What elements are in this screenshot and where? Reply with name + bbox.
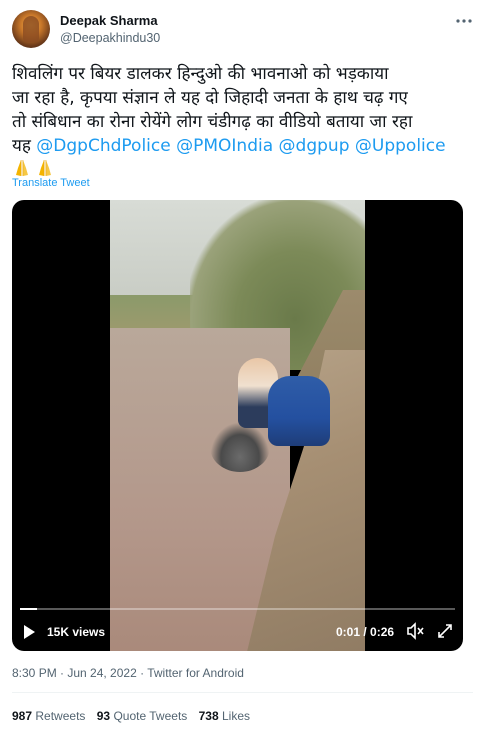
retweets-stat[interactable]: 987 Retweets: [12, 709, 85, 723]
tweet-timestamp[interactable]: 8:30 PM · Jun 24, 2022 · Twitter for And…: [12, 666, 244, 680]
retweets-label: Retweets: [35, 709, 86, 723]
tweet-text-fragment: यह: [12, 136, 37, 156]
tweet-text-line: तो संबिधान का रोना रोयेंगे लोग चंडीगढ़ क…: [12, 112, 413, 132]
video-player[interactable]: 15K views 0:01 / 0:26: [12, 200, 463, 651]
likes-count: 738: [198, 709, 219, 723]
tweet-header: Deepak Sharma @Deepakhindu30: [12, 10, 473, 52]
video-time: 0:01 / 0:26: [336, 625, 395, 639]
tweet-text-line: जा रहा है, कृपया संज्ञान ले यह दो जिहादी…: [12, 88, 408, 108]
folded-hands-icon: [35, 158, 55, 178]
quotes-count: 93: [96, 709, 111, 723]
fullscreen-icon[interactable]: [436, 622, 454, 640]
video-controls: 15K views 0:01 / 0:26: [12, 620, 463, 644]
video-progress-fill: [20, 608, 38, 610]
view-count: 15K views: [47, 625, 106, 639]
mention-link[interactable]: @dgpup: [279, 136, 350, 156]
tweet-stats: 987 Retweets 93 Quote Tweets 738 Likes: [12, 709, 258, 723]
likes-label: Likes: [222, 709, 251, 723]
tweet-text-line: यह @DgpChdPolice @PMOIndia @dgpup @Uppol…: [12, 134, 472, 158]
video-progress-bar[interactable]: [20, 608, 455, 610]
more-options-icon[interactable]: [455, 12, 473, 35]
avatar[interactable]: [12, 10, 50, 48]
quotes-stat[interactable]: 93 Quote Tweets: [97, 709, 188, 723]
folded-hands-icon: [12, 158, 32, 178]
retweets-count: 987: [12, 709, 33, 723]
divider: [12, 692, 473, 693]
video-frame: [110, 200, 365, 651]
tweet-text-line: शिवलिंग पर बियर डालकर हिन्दुओ की भावनाओ …: [12, 64, 389, 84]
mention-link[interactable]: @Uppolice: [355, 136, 446, 156]
likes-stat[interactable]: 738 Likes: [199, 709, 250, 723]
tweet-text: शिवलिंग पर बियर डालकर हिन्दुओ की भावनाओ …: [12, 62, 472, 182]
play-icon[interactable]: [24, 625, 35, 639]
user-name[interactable]: Deepak Sharma: [60, 13, 158, 28]
user-handle[interactable]: @Deepakhindu30: [60, 31, 160, 45]
translate-tweet-link[interactable]: Translate Tweet: [12, 177, 90, 189]
quotes-label: Quote Tweets: [113, 709, 188, 723]
mute-icon[interactable]: [406, 622, 426, 640]
mention-link[interactable]: @DgpChdPolice: [36, 136, 170, 156]
mention-link[interactable]: @PMOIndia: [176, 136, 273, 156]
